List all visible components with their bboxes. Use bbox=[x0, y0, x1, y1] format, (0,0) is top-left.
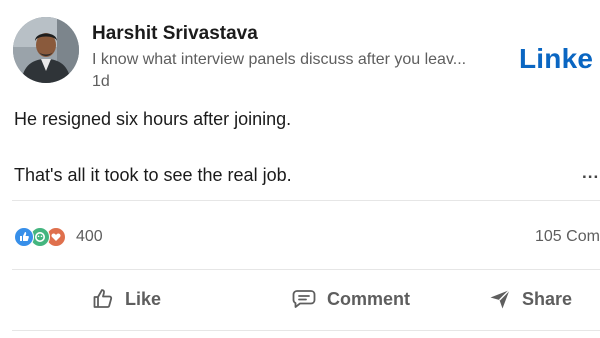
see-more-button[interactable]: ... bbox=[582, 163, 599, 183]
author-name[interactable]: Harshit Srivastava bbox=[92, 23, 258, 45]
like-icon bbox=[14, 227, 34, 247]
comment-icon bbox=[292, 290, 316, 308]
post-text-line: He resigned six hours after joining. bbox=[14, 109, 292, 129]
share-button[interactable]: Share bbox=[488, 286, 572, 312]
comment-button[interactable]: Comment bbox=[291, 286, 410, 312]
divider bbox=[12, 269, 600, 270]
reaction-count: 400 bbox=[76, 228, 103, 245]
divider bbox=[12, 330, 600, 331]
post-card: Harshit Srivastava I know what interview… bbox=[0, 0, 600, 338]
comment-count[interactable]: 105 Com bbox=[535, 228, 600, 246]
linkedin-logo: Linke bbox=[519, 43, 594, 74]
like-label: Like bbox=[125, 288, 162, 309]
reactions-summary[interactable]: 400 bbox=[14, 226, 103, 248]
avatar-photo bbox=[13, 17, 79, 83]
post-text-line: That's all it took to see the real job. bbox=[14, 165, 292, 185]
send-icon bbox=[490, 289, 510, 309]
share-label: Share bbox=[522, 288, 573, 309]
thumbs-up-icon bbox=[93, 289, 113, 308]
author-avatar[interactable] bbox=[13, 17, 79, 83]
author-headline: I know what interview panels discuss aft… bbox=[92, 51, 467, 68]
comment-label: Comment bbox=[327, 288, 411, 309]
divider bbox=[12, 200, 600, 201]
post-timestamp: 1d bbox=[92, 73, 110, 90]
like-button[interactable]: Like bbox=[91, 286, 161, 312]
